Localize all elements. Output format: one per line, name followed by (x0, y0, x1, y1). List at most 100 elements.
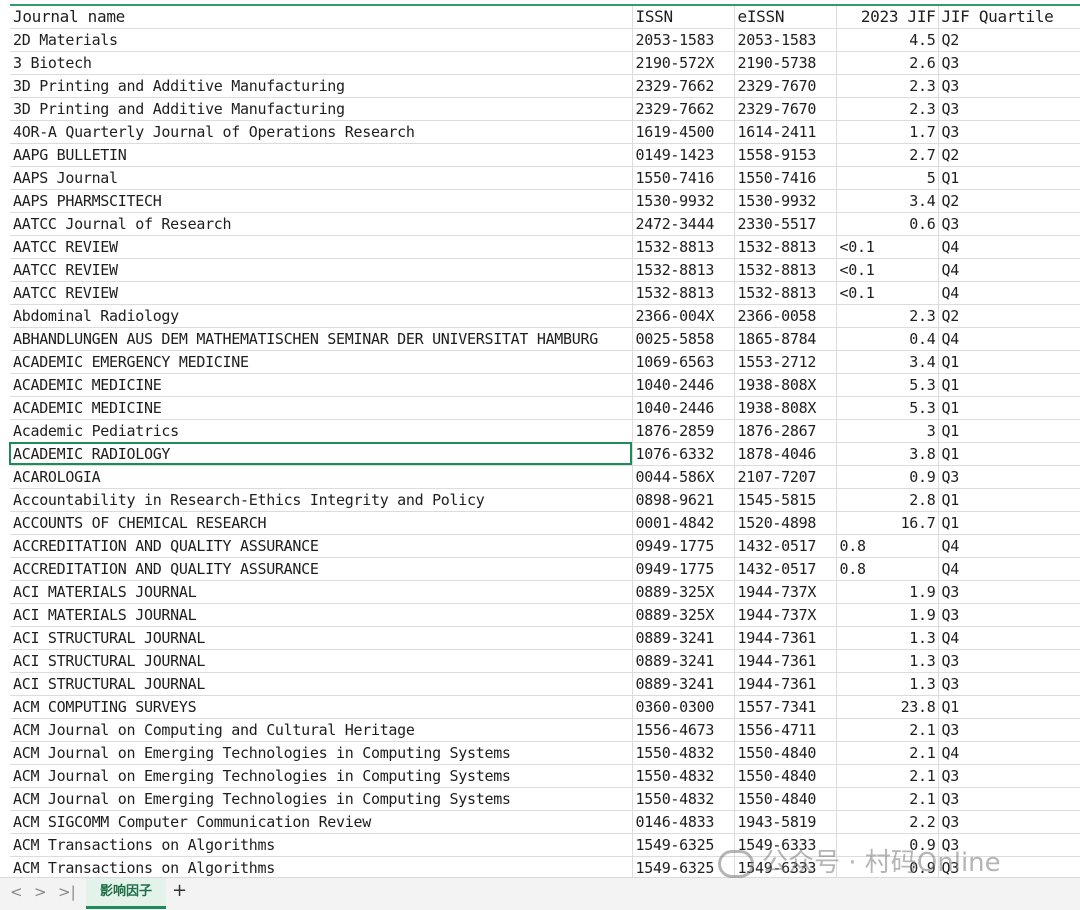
table-cell[interactable]: Q3 (938, 51, 1080, 75)
table-cell[interactable]: 2330-5517 (734, 212, 837, 236)
table-cell[interactable]: 2329-7662 (632, 97, 735, 121)
table-cell[interactable]: 1069-6563 (632, 350, 735, 374)
table-cell[interactable]: 2.8 (836, 488, 939, 512)
table-cell[interactable]: 1944-7361 (734, 626, 837, 650)
table-cell[interactable]: 1550-4840 (734, 787, 837, 811)
table-cell[interactable]: AAPS PHARMSCITECH (10, 189, 633, 213)
table-cell[interactable]: 1532-8813 (632, 258, 735, 282)
table-cell[interactable]: ACM Journal on Emerging Technologies in … (10, 764, 633, 788)
table-cell[interactable]: 1550-4832 (632, 741, 735, 765)
table-cell[interactable]: 1520-4898 (734, 511, 837, 535)
table-cell[interactable]: 1619-4500 (632, 120, 735, 144)
table-cell[interactable]: <0.1 (836, 235, 939, 259)
table-cell[interactable]: Q3 (938, 718, 1080, 742)
column-header[interactable]: JIF Quartile (938, 6, 1080, 29)
table-cell[interactable]: 2329-7662 (632, 74, 735, 98)
column-header[interactable]: 2023 JIF (836, 6, 939, 29)
table-cell[interactable]: AATCC REVIEW (10, 235, 633, 259)
table-cell[interactable]: AATCC REVIEW (10, 281, 633, 305)
table-cell[interactable]: AAPG BULLETIN (10, 143, 633, 167)
table-cell[interactable]: 1.9 (836, 603, 939, 627)
table-cell[interactable]: 2329-7670 (734, 74, 837, 98)
table-cell[interactable]: <0.1 (836, 258, 939, 282)
last-sheet-icon[interactable]: >| (58, 883, 76, 901)
table-cell[interactable]: ACADEMIC MEDICINE (10, 373, 633, 397)
table-cell[interactable]: 2366-0058 (734, 304, 837, 328)
table-cell[interactable]: 0.4 (836, 327, 939, 351)
table-cell[interactable]: 1550-4832 (632, 787, 735, 811)
sheet-tab-impact-factor[interactable]: 影响因子 (86, 878, 166, 909)
table-cell[interactable]: 0360-0300 (632, 695, 735, 719)
table-cell[interactable]: 0898-9621 (632, 488, 735, 512)
table-cell[interactable]: Q4 (938, 557, 1080, 581)
table-cell[interactable]: 1876-2867 (734, 419, 837, 443)
table-cell[interactable]: 0.6 (836, 212, 939, 236)
table-cell[interactable]: 2.1 (836, 718, 939, 742)
table-cell[interactable]: 2190-5738 (734, 51, 837, 75)
table-cell[interactable]: 1040-2446 (632, 396, 735, 420)
table-cell[interactable]: 1876-2859 (632, 419, 735, 443)
table-cell[interactable]: 2.3 (836, 97, 939, 121)
table-cell[interactable]: 5.3 (836, 373, 939, 397)
table-cell[interactable]: Q4 (938, 741, 1080, 765)
table-cell[interactable]: 1530-9932 (734, 189, 837, 213)
table-cell[interactable]: 2053-1583 (734, 28, 837, 52)
table-cell[interactable]: Q3 (938, 672, 1080, 696)
table-cell[interactable]: 2.1 (836, 787, 939, 811)
table-cell[interactable]: ACI STRUCTURAL JOURNAL (10, 626, 633, 650)
table-cell[interactable]: ACM COMPUTING SURVEYS (10, 695, 633, 719)
table-cell[interactable]: Q4 (938, 534, 1080, 558)
table-cell[interactable]: 1938-808X (734, 396, 837, 420)
table-cell[interactable]: ACCREDITATION AND QUALITY ASSURANCE (10, 534, 633, 558)
table-cell[interactable]: ACM Transactions on Algorithms (10, 833, 633, 857)
table-cell[interactable]: Academic Pediatrics (10, 419, 633, 443)
table-cell[interactable]: Q3 (938, 810, 1080, 834)
table-cell[interactable]: Q4 (938, 235, 1080, 259)
table-cell[interactable]: 1532-8813 (734, 235, 837, 259)
table-cell[interactable]: 2190-572X (632, 51, 735, 75)
table-cell[interactable]: 1.3 (836, 649, 939, 673)
table-cell[interactable]: 0889-325X (632, 580, 735, 604)
table-cell[interactable]: 3D Printing and Additive Manufacturing (10, 97, 633, 121)
table-cell[interactable]: Q3 (938, 97, 1080, 121)
table-cell[interactable]: 0001-4842 (632, 511, 735, 535)
table-cell[interactable]: ACADEMIC EMERGENCY MEDICINE (10, 350, 633, 374)
table-cell[interactable]: 5.3 (836, 396, 939, 420)
table-cell[interactable]: 3.4 (836, 350, 939, 374)
table-cell[interactable]: 2.3 (836, 74, 939, 98)
table-cell[interactable]: Q4 (938, 281, 1080, 305)
table-cell[interactable]: 0949-1775 (632, 557, 735, 581)
table-cell[interactable]: Q1 (938, 442, 1080, 466)
table-cell[interactable]: AATCC Journal of Research (10, 212, 633, 236)
table-cell[interactable]: 1432-0517 (734, 534, 837, 558)
table-cell[interactable]: Q3 (938, 212, 1080, 236)
table-cell[interactable]: 1553-2712 (734, 350, 837, 374)
table-cell[interactable]: Q3 (938, 120, 1080, 144)
table-cell[interactable]: 0.9 (836, 465, 939, 489)
table-cell[interactable]: 3D Printing and Additive Manufacturing (10, 74, 633, 98)
table-cell[interactable]: ACM SIGCOMM Computer Communication Revie… (10, 810, 633, 834)
table-cell[interactable]: 0.8 (836, 557, 939, 581)
table-cell[interactable]: ACCOUNTS OF CHEMICAL RESEARCH (10, 511, 633, 535)
add-sheet-button[interactable]: + (172, 880, 187, 901)
table-cell[interactable]: 0889-3241 (632, 626, 735, 650)
table-cell[interactable]: 2329-7670 (734, 97, 837, 121)
table-cell[interactable]: 1557-7341 (734, 695, 837, 719)
table-cell[interactable]: 1545-5815 (734, 488, 837, 512)
table-cell[interactable]: Q1 (938, 373, 1080, 397)
table-cell[interactable]: 1550-7416 (632, 166, 735, 190)
table-cell[interactable]: ACADEMIC MEDICINE (10, 396, 633, 420)
table-cell[interactable]: 1614-2411 (734, 120, 837, 144)
table-cell[interactable]: 2.6 (836, 51, 939, 75)
table-cell[interactable]: 0025-5858 (632, 327, 735, 351)
table-cell[interactable]: 1865-8784 (734, 327, 837, 351)
table-cell[interactable]: Q4 (938, 327, 1080, 351)
table-cell[interactable]: AAPS Journal (10, 166, 633, 190)
table-cell[interactable]: 1550-7416 (734, 166, 837, 190)
table-cell[interactable]: 0889-325X (632, 603, 735, 627)
table-cell[interactable]: 3.4 (836, 189, 939, 213)
table-cell[interactable]: Q1 (938, 396, 1080, 420)
table-cell[interactable]: 1944-737X (734, 580, 837, 604)
table-cell[interactable]: Q1 (938, 166, 1080, 190)
next-sheet-icon[interactable]: > (34, 883, 47, 901)
